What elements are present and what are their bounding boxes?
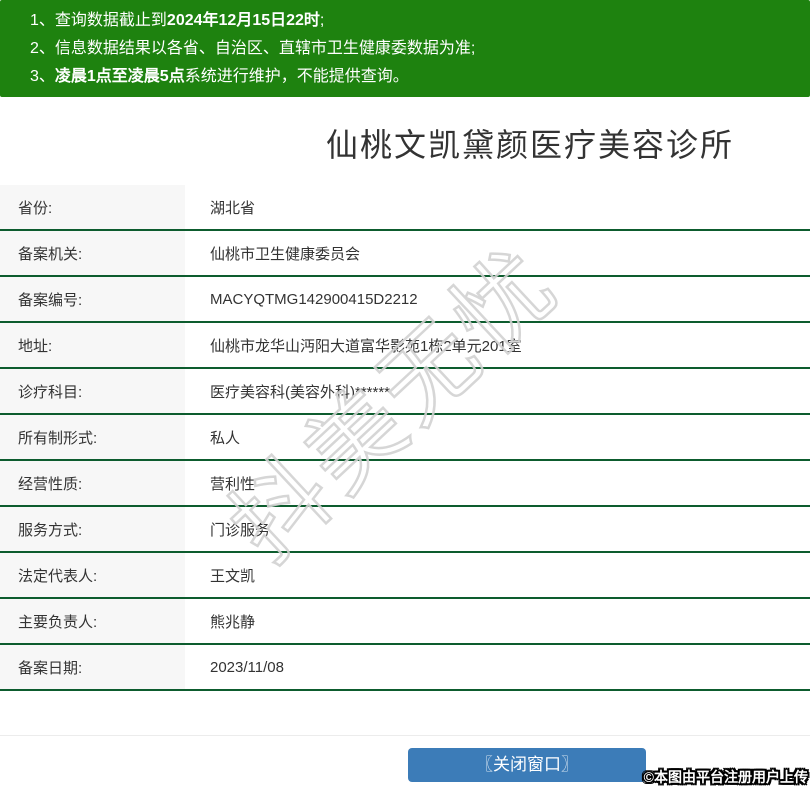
- record-table: 省份: 湖北省 备案机关: 仙桃市卫生健康委员会 备案编号: MACYQTMG1…: [0, 185, 810, 691]
- table-row: 备案机关: 仙桃市卫生健康委员会: [0, 231, 810, 277]
- row-value: 营利性: [210, 475, 256, 493]
- notice-line: 2、信息数据结果以各省、自治区、直辖市卫生健康委数据为准;: [30, 35, 810, 63]
- row-value: 医疗美容科(美容外科)******: [210, 383, 391, 401]
- row-label: 法定代表人:: [0, 553, 185, 597]
- row-value: MACYQTMG142900415D2212: [210, 290, 418, 308]
- table-row: 备案日期: 2023/11/08: [0, 645, 810, 691]
- row-value: 王文凯: [210, 567, 256, 585]
- row-value: 熊兆静: [210, 613, 256, 631]
- row-label: 主要负责人:: [0, 599, 185, 643]
- table-row: 法定代表人: 王文凯: [0, 553, 810, 599]
- table-row: 主要负责人: 熊兆静: [0, 599, 810, 645]
- notice-text-bold: 凌晨1点至凌晨5点: [54, 68, 185, 85]
- notice-text: 系统进行维护，不能提供查询。: [184, 68, 409, 85]
- notice-text: ;: [319, 12, 325, 29]
- table-row: 备案编号: MACYQTMG142900415D2212: [0, 277, 810, 323]
- row-label: 备案编号:: [0, 277, 185, 321]
- table-row: 经营性质: 营利性: [0, 461, 810, 507]
- row-value: 湖北省: [210, 199, 256, 217]
- row-label: 所有制形式:: [0, 415, 185, 459]
- row-label: 经营性质:: [0, 461, 185, 505]
- notice-text: 查询数据截止到: [54, 12, 167, 29]
- notice-text-bold: 2024年12月15日22时: [166, 12, 320, 29]
- row-label: 地址:: [0, 323, 185, 367]
- upload-stamp: ©本图由平台注册用户上传: [643, 769, 808, 785]
- notice-line: 3、凌晨1点至凌晨5点系统进行维护，不能提供查询。: [30, 63, 810, 91]
- row-label: 省份:: [0, 185, 185, 229]
- notice-number: 3、: [30, 68, 55, 85]
- notice-number: 1、: [30, 12, 55, 29]
- close-window-button[interactable]: 〖关闭窗口〗: [408, 748, 646, 782]
- table-row: 所有制形式: 私人: [0, 415, 810, 461]
- table-row: 省份: 湖北省: [0, 185, 810, 231]
- row-label: 备案日期:: [0, 645, 185, 689]
- row-value: 仙桃市龙华山沔阳大道富华影苑1栋2单元201室: [210, 337, 522, 355]
- row-label: 服务方式:: [0, 507, 185, 551]
- row-value: 私人: [210, 429, 241, 447]
- page-title: 仙桃文凯黛颜医疗美容诊所: [325, 127, 734, 163]
- notice-number: 2、: [30, 40, 55, 57]
- notice-banner: 1、查询数据截止到2024年12月15日22时; 2、信息数据结果以各省、自治区…: [0, 0, 810, 97]
- row-label: 诊疗科目:: [0, 369, 185, 413]
- row-value: 门诊服务: [210, 521, 271, 539]
- table-row: 服务方式: 门诊服务: [0, 507, 810, 553]
- table-row: 地址: 仙桃市龙华山沔阳大道富华影苑1栋2单元201室: [0, 323, 810, 369]
- notice-line: 1、查询数据截止到2024年12月15日22时;: [30, 7, 810, 35]
- row-value: 2023/11/08: [210, 658, 284, 676]
- row-value: 仙桃市卫生健康委员会: [210, 245, 361, 263]
- bottom-divider: [0, 735, 810, 736]
- notice-text: 信息数据结果以各省、自治区、直辖市卫生健康委数据为准;: [54, 40, 476, 57]
- table-row: 诊疗科目: 医疗美容科(美容外科)******: [0, 369, 810, 415]
- row-label: 备案机关:: [0, 231, 185, 275]
